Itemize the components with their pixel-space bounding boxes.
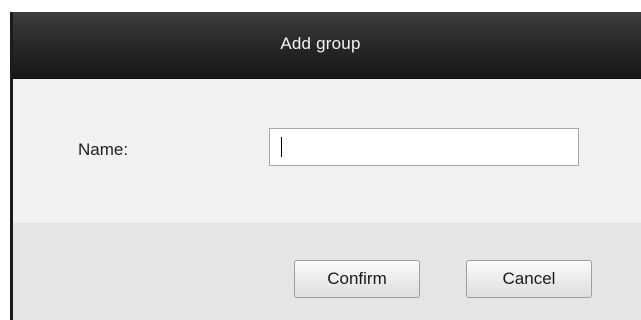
text-cursor [281, 137, 282, 157]
dialog-title: Add group [280, 34, 361, 53]
dialog-footer: Confirm Cancel [10, 224, 641, 320]
cancel-button[interactable]: Cancel [466, 260, 592, 298]
name-input[interactable] [269, 128, 579, 166]
dialog-titlebar[interactable]: Add group [10, 12, 641, 79]
name-label: Name: [78, 140, 129, 159]
confirm-button[interactable]: Confirm [294, 260, 420, 298]
dialog-content: Name: [10, 79, 641, 224]
dialog-border [10, 12, 13, 320]
add-group-dialog: Add group Name: Confirm Cancel [10, 12, 641, 320]
